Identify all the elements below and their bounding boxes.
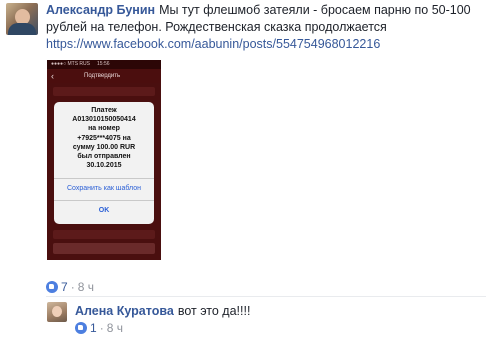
phone-status-bar: ●●●●○ MTS RUS 15:56 [47, 60, 161, 69]
payment-confirmation-dialog: Платеж А013010150050414 на номер +7925**… [54, 102, 154, 224]
save-as-template-button: Сохранить как шаблон [67, 185, 141, 192]
dialog-separator [54, 200, 154, 201]
phone-carrier: ●●●●○ MTS RUS [51, 61, 90, 67]
reply-meta: 1 · 8 ч [75, 321, 123, 335]
avatar-face [52, 306, 62, 317]
phone-nav-bar: ‹ Подтвердить [47, 69, 161, 83]
dialog-message: Платеж А013010150050414 на номер +7925**… [54, 106, 154, 170]
meta-separator: · [99, 321, 104, 335]
phone-background-field [53, 230, 155, 239]
dialog-line: сумму 100.00 RUR [72, 143, 136, 151]
meta-separator: · [70, 280, 75, 294]
dialog-line: был отправлен [77, 153, 131, 161]
reply-body: Алена Куратова вот это да!!!! [75, 303, 250, 320]
phone-bottom-button [53, 243, 155, 254]
dialog-line: 30.10.2015 [86, 162, 122, 170]
phone-nav-title: Подтвердить [84, 73, 121, 79]
like-count[interactable]: 7 [61, 280, 68, 294]
comment-body: Александр Бунин Мы тут флешмоб затеяли - … [46, 2, 486, 53]
comment-author-link[interactable]: Александр Бунин [46, 3, 155, 17]
avatar-aleksandr-bunin[interactable] [6, 3, 38, 35]
comment-timestamp[interactable]: 8 ч [78, 280, 94, 294]
dialog-line: А013010150050414 [72, 116, 136, 124]
avatar-shirt [8, 23, 36, 35]
like-reaction-icon[interactable] [75, 322, 87, 334]
dialog-line: Платеж [91, 107, 117, 114]
dialog-line: +7925***4075 на [77, 134, 131, 142]
comment-post-link[interactable]: https://www.facebook.com/aabunin/posts/5… [46, 37, 380, 51]
reply-like-count[interactable]: 1 [90, 321, 97, 335]
dialog-line: на номер [88, 125, 120, 133]
reply-timestamp[interactable]: 8 ч [107, 321, 123, 335]
back-chevron-icon: ‹ [51, 71, 54, 81]
like-reaction-icon[interactable] [46, 281, 58, 293]
ok-button: OK [98, 207, 110, 214]
avatar-alena-kuratova[interactable] [47, 302, 67, 322]
reply-divider [46, 296, 486, 297]
phone-clock: 15:56 [97, 61, 110, 67]
phone-background-field [53, 87, 155, 96]
reply-author-link[interactable]: Алена Куратова [75, 304, 174, 318]
comment-attachment-image[interactable]: ●●●●○ MTS RUS 15:56 ‹ Подтвердить Платеж… [47, 60, 161, 260]
reply-text: вот это да!!!! [177, 304, 251, 318]
dialog-separator [54, 178, 154, 179]
comment-meta: 7 · 8 ч [46, 280, 94, 294]
